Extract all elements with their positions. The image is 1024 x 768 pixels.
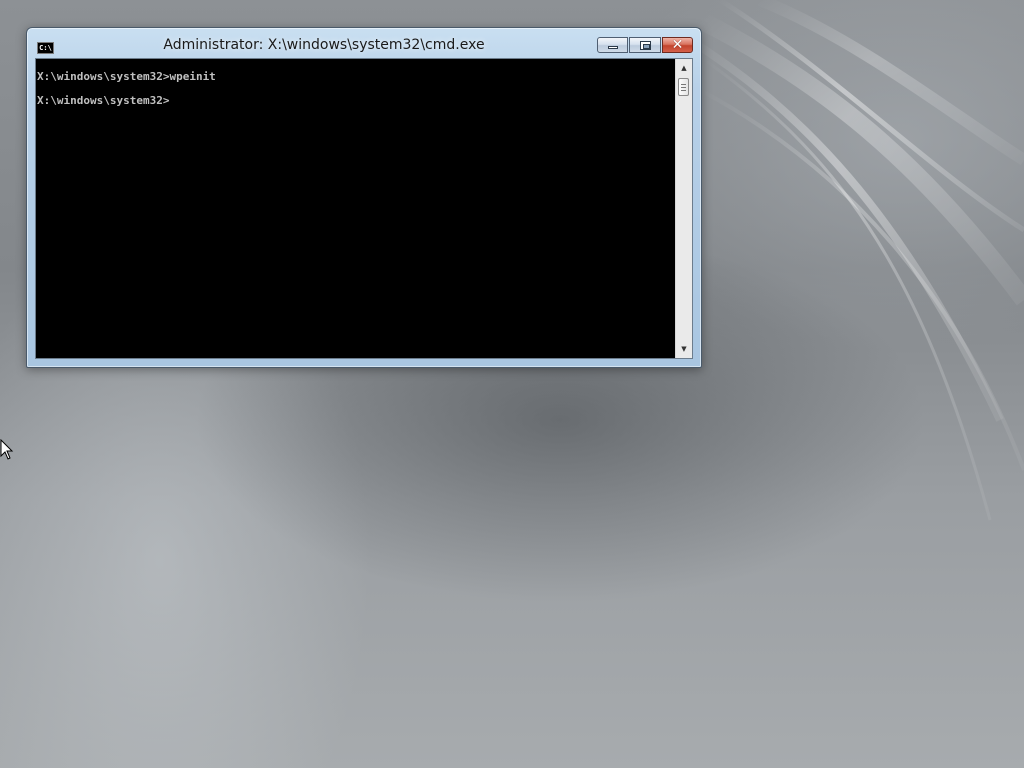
console-client-area: X:\windows\system32>wpeinit X:\windows\s… xyxy=(35,58,693,359)
vertical-scrollbar[interactable]: ▲ ▼ xyxy=(675,59,692,358)
desktop: C:\ Administrator: X:\windows\system32\c… xyxy=(0,0,1024,768)
grip-line xyxy=(681,84,686,85)
minimize-icon xyxy=(608,46,618,49)
minimize-button[interactable] xyxy=(597,37,628,53)
maximize-icon xyxy=(640,41,651,50)
cmd-window[interactable]: C:\ Administrator: X:\windows\system32\c… xyxy=(26,27,702,368)
window-title: Administrator: X:\windows\system32\cmd.e… xyxy=(163,37,485,53)
scroll-up-arrow-icon[interactable]: ▲ xyxy=(676,60,692,76)
console-output[interactable]: X:\windows\system32>wpeinit X:\windows\s… xyxy=(36,59,676,358)
console-app-icon[interactable]: C:\ xyxy=(37,42,54,54)
grip-line xyxy=(681,87,686,88)
title-bar[interactable]: C:\ Administrator: X:\windows\system32\c… xyxy=(27,28,701,58)
console-line: X:\windows\system32>wpeinit xyxy=(37,70,216,83)
console-prompt-line: X:\windows\system32> xyxy=(37,94,170,107)
close-icon: ✕ xyxy=(671,37,684,53)
grip-line xyxy=(681,90,686,91)
scroll-down-arrow-icon[interactable]: ▼ xyxy=(676,341,692,357)
scroll-thumb[interactable] xyxy=(678,78,689,96)
maximize-button[interactable] xyxy=(629,37,661,53)
caption-buttons: ✕ xyxy=(596,37,693,55)
mouse-pointer-icon xyxy=(0,439,14,460)
close-button[interactable]: ✕ xyxy=(662,37,693,53)
